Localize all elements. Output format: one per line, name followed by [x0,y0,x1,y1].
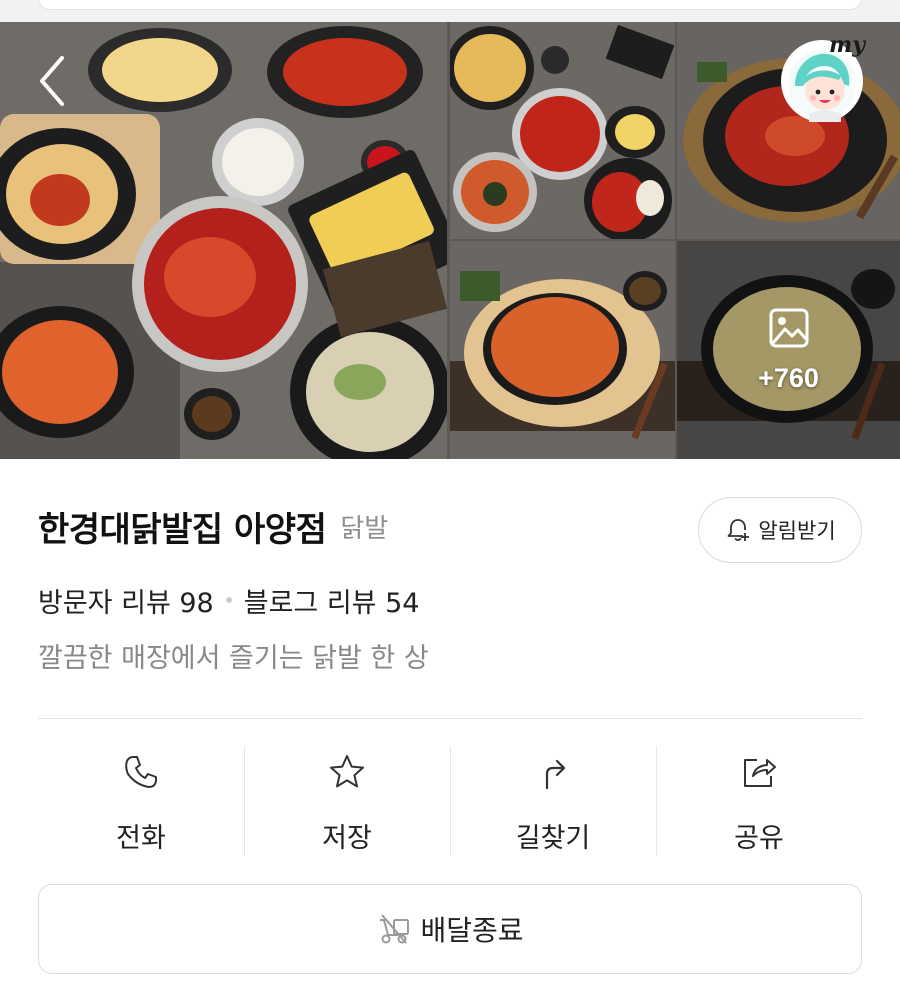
phone-icon [125,756,157,788]
save-button[interactable]: 저장 [244,746,450,856]
call-button[interactable]: 전화 [38,746,244,856]
directions-button[interactable]: 길찾기 [450,746,656,856]
delivery-scooter-icon [380,914,410,944]
share-button[interactable]: 공유 [656,746,862,856]
action-bar: 전화 저장 길찾기 공유 [38,746,862,856]
divider [38,718,862,719]
thumbnail-photo-3[interactable] [450,241,675,459]
star-icon [330,755,364,788]
my-profile-button[interactable]: my [781,32,865,122]
back-button[interactable] [30,52,78,110]
call-label: 전화 [116,823,166,854]
place-name: 한경대닭발집 아양점 [38,509,327,550]
directions-icon [545,759,566,790]
delivery-button[interactable]: 배달종료 [38,884,862,974]
top-search-bar-edge [0,0,900,22]
share-icon [744,759,776,787]
more-photos-overlay[interactable]: +760 [677,241,900,459]
bell-plus-icon [727,519,750,541]
alarm-label: 알림받기 [758,519,836,543]
place-tagline: 깔끔한 매장에서 즐기는 닭발 한 상 [38,643,429,674]
share-label: 공유 [734,823,784,854]
blog-review-link[interactable]: 블로그 리뷰 54 [244,581,420,620]
alarm-button[interactable]: 알림받기 [698,497,862,563]
more-photos-count: +760 [758,362,819,393]
place-title-row: 한경대닭발집 아양점 닭발 [38,498,388,554]
place-category: 닭발 [340,513,389,544]
delivery-label: 배달종료 [420,914,524,947]
separator-dot [225,597,232,603]
my-label: my [829,32,866,58]
directions-label: 길찾기 [515,823,591,854]
review-summary: 방문자 리뷰 98 블로그 리뷰 54 [38,580,419,620]
chevron-left-icon [40,56,64,106]
visitor-review-link[interactable]: 방문자 리뷰 98 [38,581,214,620]
image-icon [768,307,810,353]
save-label: 저장 [322,823,372,854]
thumbnail-photo-1[interactable] [450,22,675,239]
